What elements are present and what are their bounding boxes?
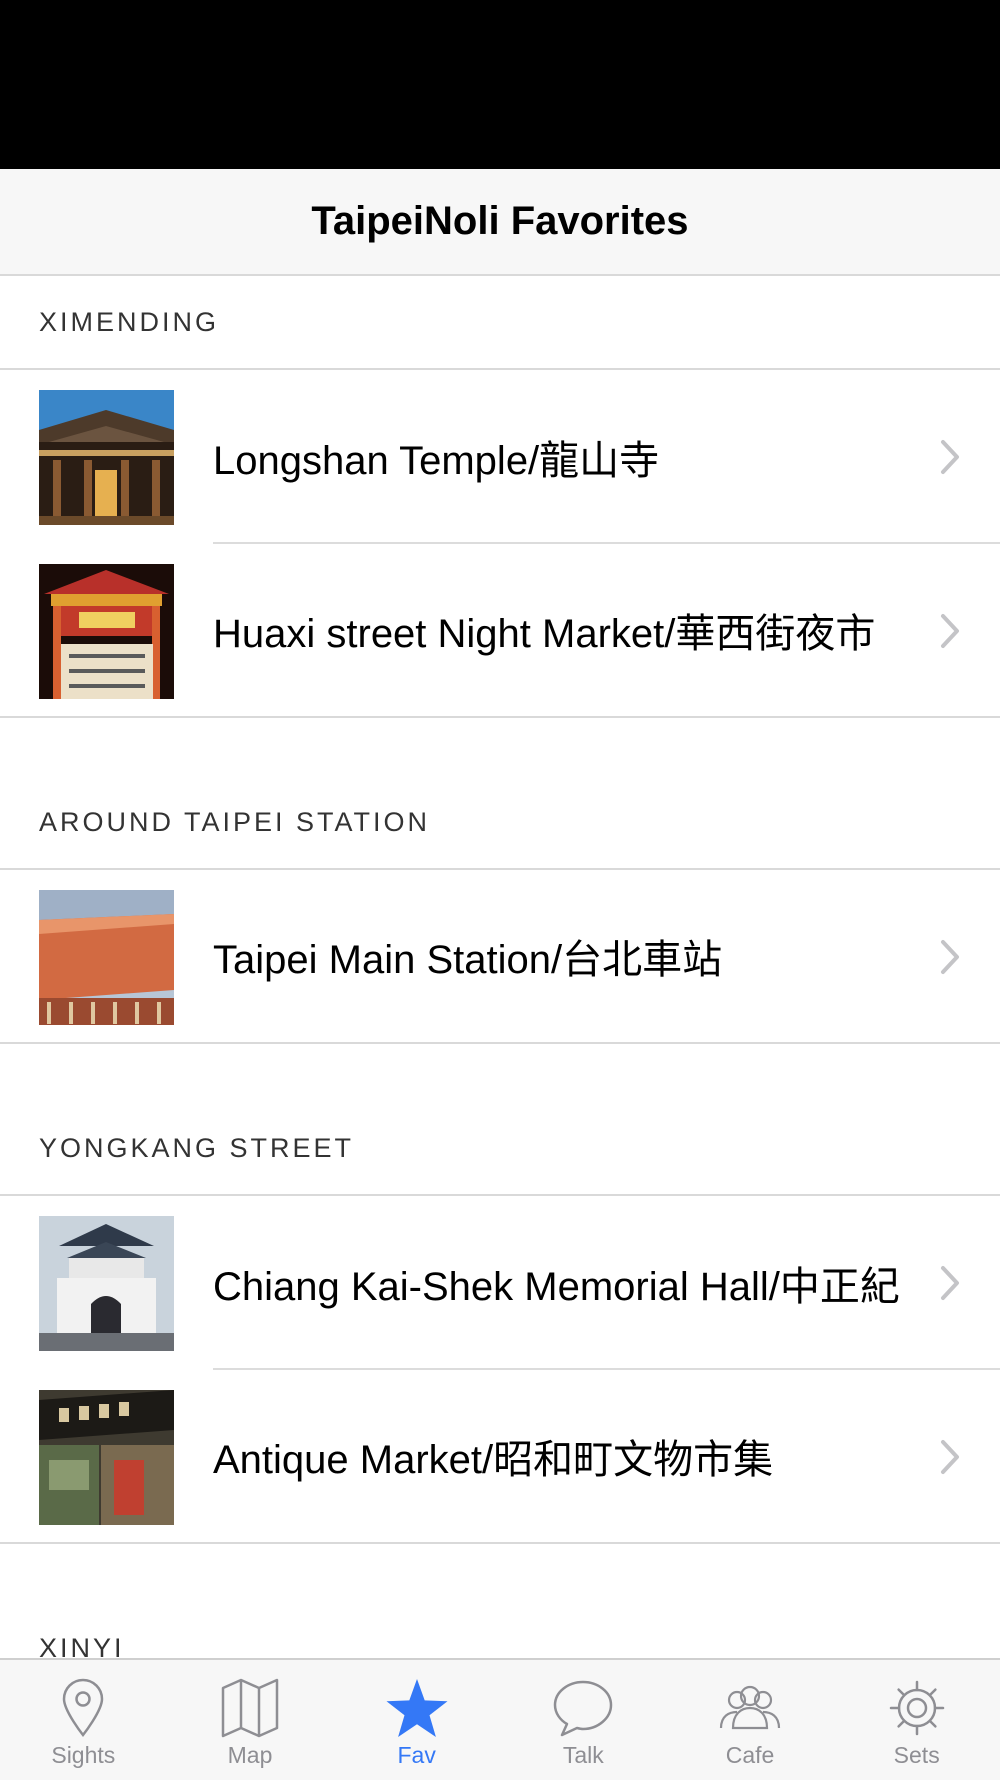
antique-market-thumbnail <box>39 1390 174 1525</box>
chevron-right-icon <box>941 940 959 974</box>
navigation-bar: TaipeiNoli Favorites <box>0 169 1000 276</box>
tab-map[interactable]: Map <box>167 1660 334 1780</box>
longshan-temple-thumbnail <box>39 390 174 525</box>
tab-bar: Sights Map Fav Talk Cafe Sets <box>0 1658 1000 1780</box>
chevron-right-icon <box>941 1440 959 1474</box>
speech-bubble-icon <box>554 1680 613 1737</box>
tab-label: Sets <box>893 1742 940 1768</box>
list-item-label: Huaxi street Night Market/華西街夜市 <box>213 612 876 656</box>
taipei-main-station-thumbnail <box>39 890 174 1025</box>
list-item-longshan-temple[interactable]: Longshan Temple/龍山寺 <box>0 370 1000 544</box>
section-header-xinyi: XINYI <box>0 1544 1000 1658</box>
people-icon <box>719 1685 781 1730</box>
list-item-huaxi-night-market[interactable]: Huaxi street Night Market/華西街夜市 <box>0 544 1000 718</box>
chevron-right-icon <box>941 1266 959 1300</box>
list-item-antique-market[interactable]: Antique Market/昭和町文物市集 <box>0 1370 1000 1544</box>
favorites-list[interactable]: XIMENDING Longshan Temple/龍山寺 Huaxi stre… <box>0 276 1000 1658</box>
tab-sets[interactable]: Sets <box>833 1660 1000 1780</box>
tab-talk[interactable]: Talk <box>500 1660 667 1780</box>
tab-label: Talk <box>562 1742 604 1768</box>
memorial-hall-thumbnail <box>39 1216 174 1351</box>
chevron-right-icon <box>941 440 959 474</box>
list-item-label: Antique Market/昭和町文物市集 <box>213 1438 774 1482</box>
section-header-yongkang-street: YONGKANG STREET <box>0 1044 1000 1196</box>
tab-sights[interactable]: Sights <box>0 1660 167 1780</box>
page-title: TaipeiNoli Favorites <box>311 199 689 243</box>
list-item-label: Chiang Kai-Shek Memorial Hall/中正紀 <box>213 1265 900 1309</box>
list-item-label: Longshan Temple/龍山寺 <box>213 439 660 483</box>
list-item-label: Taipei Main Station/台北車站 <box>213 938 723 982</box>
list-item-chiang-kai-shek-memorial-hall[interactable]: Chiang Kai-Shek Memorial Hall/中正紀 <box>0 1196 1000 1370</box>
map-icon <box>221 1678 279 1738</box>
chevron-right-icon <box>941 614 959 648</box>
tab-fav[interactable]: Fav <box>333 1660 500 1780</box>
tab-label: Fav <box>397 1742 436 1768</box>
section-header-around-taipei-station: AROUND TAIPEI STATION <box>0 718 1000 870</box>
tab-cafe[interactable]: Cafe <box>667 1660 834 1780</box>
tab-label: Map <box>227 1742 273 1768</box>
section-header-ximending: XIMENDING <box>0 276 1000 370</box>
status-bar <box>0 0 1000 169</box>
location-pin-icon <box>63 1678 104 1738</box>
huaxi-night-market-thumbnail <box>39 564 174 699</box>
gear-icon <box>889 1680 944 1736</box>
list-item-taipei-main-station[interactable]: Taipei Main Station/台北車站 <box>0 870 1000 1044</box>
tab-label: Cafe <box>725 1742 775 1768</box>
star-icon <box>386 1679 448 1737</box>
tab-label: Sights <box>51 1742 116 1768</box>
